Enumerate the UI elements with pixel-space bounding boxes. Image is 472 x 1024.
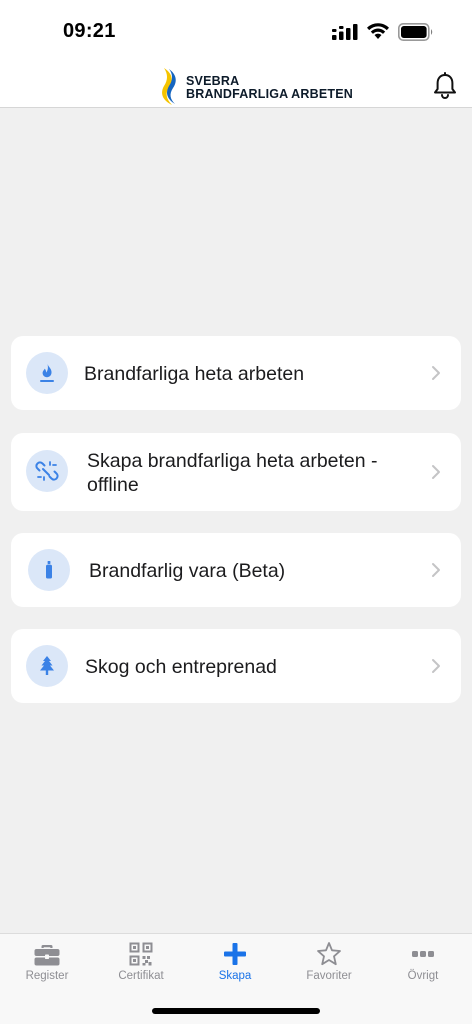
menu-item-skog-och-entreprenad[interactable]: Skog och entreprenad: [11, 629, 461, 703]
logo-line2: BRANDFARLIGA ARBETEN: [186, 87, 353, 101]
briefcase-icon: [34, 945, 60, 966]
app-header: SVEBRA BRANDFARLIGA ARBETEN: [0, 62, 472, 108]
wifi-icon: [367, 23, 389, 39]
tab-skapa[interactable]: Skapa: [188, 934, 282, 994]
logo-line1: SVEBRA: [186, 74, 240, 88]
tab-favoriter[interactable]: Favoriter: [282, 934, 376, 994]
card-icon-circle: [28, 549, 70, 591]
battery-icon: [398, 23, 433, 41]
gas-bottle-icon: [46, 561, 52, 579]
tab-label: Certifikat: [118, 970, 164, 982]
more-dots-icon: [412, 951, 434, 957]
menu-item-label: Brandfarliga heta arbeten: [84, 363, 305, 385]
menu-item-label: Brandfarlig vara (Beta): [89, 560, 286, 582]
flame-icon: [40, 364, 54, 382]
tab-ovrigt[interactable]: Övrigt: [376, 934, 470, 994]
svebra-logo: SVEBRA BRANDFARLIGA ARBETEN: [158, 66, 353, 106]
tab-label: Register: [25, 970, 69, 982]
chevron-right-icon: [432, 659, 440, 673]
menu-item-label: Skog och entreprenad: [85, 656, 277, 678]
status-time: 09:21: [63, 20, 116, 42]
menu-item-skapa-offline[interactable]: Skapa brandfarliga heta arbeten - offlin…: [11, 433, 461, 511]
tab-register[interactable]: Register: [0, 934, 94, 994]
tab-label: Favoriter: [306, 970, 352, 982]
logo-mark-icon: [162, 68, 176, 105]
menu-item-brandfarlig-vara[interactable]: Brandfarlig vara (Beta): [11, 533, 461, 607]
chevron-right-icon: [432, 366, 440, 380]
menu-item-label-line2: offline: [87, 474, 139, 496]
broken-link-icon: [35, 461, 59, 481]
home-indicator: [152, 1008, 320, 1014]
chevron-right-icon: [432, 465, 440, 479]
menu-item-label-line1: Skapa brandfarliga heta arbeten -: [87, 450, 378, 472]
qr-code-icon: [129, 942, 153, 966]
bell-icon[interactable]: [432, 72, 458, 100]
plus-icon: [224, 943, 246, 965]
status-bar: 09:21: [0, 0, 472, 62]
menu-item-brandfarliga-heta-arbeten[interactable]: Brandfarliga heta arbeten: [11, 336, 461, 410]
card-icon-circle: [26, 645, 68, 687]
signal-icon: [332, 24, 358, 40]
chevron-right-icon: [432, 563, 440, 577]
menu-item-label: Skapa brandfarliga heta arbeten - offlin…: [87, 449, 378, 497]
tab-label: Skapa: [218, 970, 252, 982]
card-icon-circle: [26, 352, 68, 394]
star-icon: [317, 942, 341, 966]
tab-label: Övrigt: [407, 970, 439, 982]
tree-icon: [40, 656, 54, 675]
tab-certifikat[interactable]: Certifikat: [94, 934, 188, 994]
card-icon-circle: [26, 450, 68, 492]
